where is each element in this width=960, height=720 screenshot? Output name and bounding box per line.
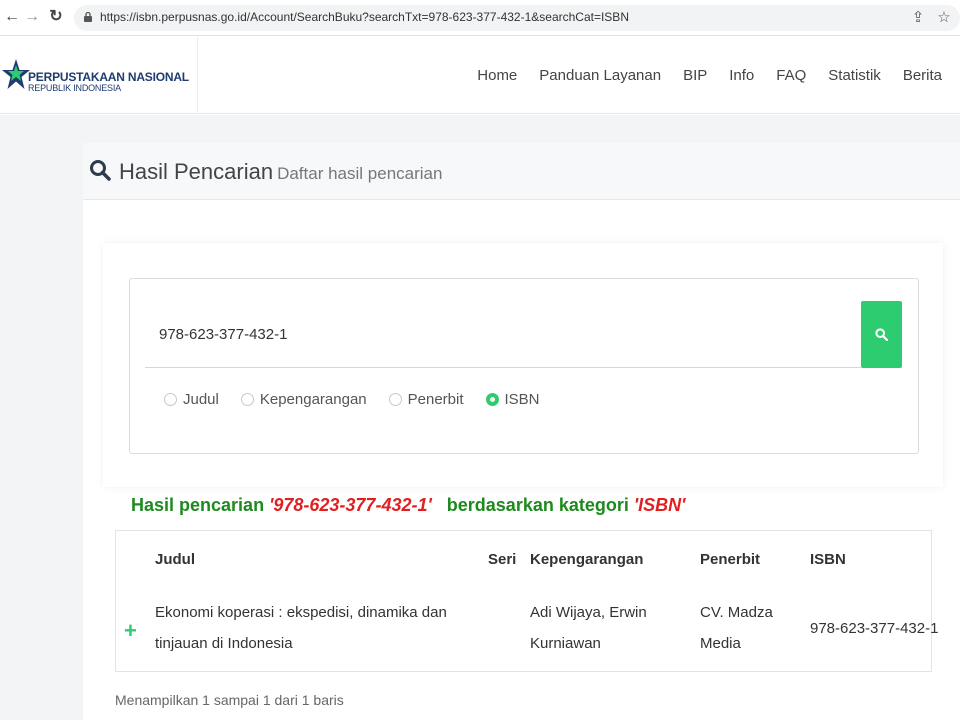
logo-subtitle: REPUBLIK INDONESIA [28, 83, 121, 93]
radio-kepengarangan[interactable]: Kepengarangan [240, 391, 367, 408]
col-header-judul[interactable]: Judul [155, 551, 195, 568]
search-input[interactable] [145, 301, 861, 368]
browser-toolbar: ← → ↻ https://isbn.perpusnas.go.id/Accou… [0, 0, 960, 36]
col-header-kepengarangan[interactable]: Kepengarangan [530, 551, 643, 568]
url-text: https://isbn.perpusnas.go.id/Account/Sea… [100, 10, 629, 24]
results-table: Judul Seri Kepengarangan Penerbit ISBN +… [115, 530, 939, 672]
col-header-seri[interactable]: Seri [488, 551, 516, 568]
pagination-summary: Menampilkan 1 sampai 1 dari 1 baris [115, 692, 344, 708]
bookmark-star-icon[interactable]: ☆ [934, 8, 954, 28]
nav-home[interactable]: Home [477, 67, 517, 84]
lock-icon [84, 12, 92, 22]
result-heading: Hasil pencarian '978-623-377-432-1' berd… [131, 495, 686, 515]
site-header: PERPUSTAKAAN NASIONAL REPUBLIK INDONESIA… [0, 37, 960, 114]
cell-judul: Ekonomi koperasi : ekspedisi, dinamika d… [155, 604, 447, 652]
radio-isbn[interactable]: ISBN [485, 391, 540, 408]
col-header-penerbit[interactable]: Penerbit [700, 551, 760, 568]
radio-penerbit[interactable]: Penerbit [388, 391, 464, 408]
address-bar[interactable]: https://isbn.perpusnas.go.id/Account/Sea… [74, 5, 960, 31]
search-button[interactable] [861, 301, 902, 368]
search-icon [90, 160, 111, 181]
nav-panduan-layanan[interactable]: Panduan Layanan [539, 67, 661, 84]
plus-icon[interactable]: + [124, 618, 137, 644]
main-nav: Home Panduan Layanan BIP Info FAQ Statis… [455, 67, 942, 84]
share-icon[interactable]: ⇪ [908, 8, 928, 28]
category-radios: Judul Kepengarangan Penerbit ISBN [164, 391, 562, 408]
star-logo-icon [2, 59, 30, 89]
nav-info[interactable]: Info [729, 67, 754, 84]
result-query: '978-623-377-432-1' [269, 495, 432, 515]
search-form: Judul Kepengarangan Penerbit ISBN [129, 278, 919, 454]
nav-statistik[interactable]: Statistik [828, 67, 881, 84]
nav-bip[interactable]: BIP [683, 67, 707, 84]
reload-button[interactable]: ↻ [46, 7, 66, 27]
nav-faq[interactable]: FAQ [776, 67, 806, 84]
col-header-isbn[interactable]: ISBN [810, 551, 846, 568]
cell-isbn: 978-623-377-432-1 [810, 620, 939, 637]
result-category: 'ISBN' [633, 495, 686, 515]
search-icon [875, 328, 888, 341]
logo-title: PERPUSTAKAAN NASIONAL [28, 70, 189, 84]
radio-judul[interactable]: Judul [164, 391, 219, 408]
nav-berita[interactable]: Berita [903, 67, 942, 84]
page-title: Hasil Pencarian Daftar hasil pencarian [119, 159, 443, 184]
radio-button-selected[interactable] [485, 393, 499, 406]
panel-header: Hasil Pencarian Daftar hasil pencarian [83, 143, 960, 200]
radio-button[interactable] [388, 393, 402, 406]
back-button[interactable]: ← [2, 7, 22, 27]
logo[interactable]: PERPUSTAKAAN NASIONAL REPUBLIK INDONESIA [0, 37, 198, 114]
page-subtitle: Daftar hasil pencarian [277, 164, 443, 183]
radio-button[interactable] [240, 393, 254, 406]
cell-penerbit: CV. Madza Media [700, 604, 773, 652]
cell-kepengarangan: Adi Wijaya, Erwin Kurniawan [530, 604, 647, 652]
forward-button[interactable]: → [22, 7, 42, 27]
radio-button[interactable] [164, 393, 177, 406]
